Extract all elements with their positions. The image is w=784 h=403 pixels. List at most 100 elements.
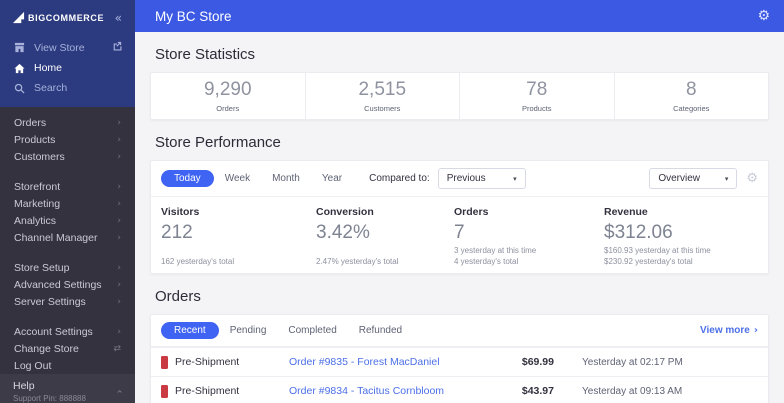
order-date: Yesterday at 02:17 PM bbox=[582, 356, 683, 368]
sidebar-item-products[interactable]: Products › bbox=[0, 131, 135, 148]
compared-to-label: Compared to: bbox=[369, 173, 430, 184]
sidebar-item-store-setup[interactable]: Store Setup › bbox=[0, 259, 135, 276]
sidebar-item-label: Advanced Settings bbox=[14, 278, 102, 291]
sidebar-nav: Orders › Products › Customers › Storefro… bbox=[0, 107, 135, 374]
settings-gear-icon[interactable]: ⚙ bbox=[757, 8, 770, 24]
metric-label: Conversion bbox=[316, 206, 374, 218]
order-price: $43.97 bbox=[521, 385, 554, 397]
tab-refunded[interactable]: Refunded bbox=[348, 322, 413, 339]
view-more-link[interactable]: View more › bbox=[700, 325, 758, 336]
metric-subtext: 4 yesterday's total bbox=[454, 256, 519, 266]
metric-label: Orders bbox=[454, 206, 489, 218]
sidebar-item-label: Customers bbox=[14, 150, 65, 163]
compared-to-select[interactable]: Previous ▾ bbox=[437, 168, 526, 189]
overview-select[interactable]: Overview ▾ bbox=[649, 168, 738, 189]
sidebar-item-marketing[interactable]: Marketing › bbox=[0, 195, 135, 212]
sidebar-item-label: Products bbox=[14, 133, 56, 146]
store-statistics-panel: 9,290 Orders 2,515 Customers 78 Products… bbox=[150, 72, 769, 120]
tab-pending[interactable]: Pending bbox=[219, 322, 278, 339]
order-link[interactable]: Order #9834 - Tacitus Cornbloom bbox=[289, 385, 464, 397]
order-link[interactable]: Order #9835 - Forest MacDaniel bbox=[289, 356, 464, 368]
sidebar-item-label: Store Setup bbox=[14, 261, 70, 274]
stat-card-orders: 9,290 Orders bbox=[151, 73, 305, 119]
bigcommerce-logo[interactable]: BIGCOMMERCE bbox=[12, 11, 104, 24]
sidebar-item-customers[interactable]: Customers › bbox=[0, 148, 135, 165]
sidebar-item-label: Analytics bbox=[14, 214, 57, 227]
metric-label: Visitors bbox=[161, 206, 200, 218]
change-store-icon: ⇄ bbox=[113, 343, 121, 354]
sidebar-item-search[interactable]: Search bbox=[0, 78, 135, 98]
search-icon bbox=[13, 83, 25, 94]
collapse-sidebar-icon[interactable]: « bbox=[115, 12, 122, 24]
performance-metrics: Visitors 212 162 yesterday's total Conve… bbox=[151, 197, 768, 273]
stat-label: Orders bbox=[216, 104, 240, 113]
chevron-up-icon: › bbox=[114, 389, 126, 394]
stat-label: Products bbox=[521, 104, 552, 113]
sidebar-item-home[interactable]: Home bbox=[0, 58, 135, 78]
chevron-right-icon: › bbox=[117, 279, 121, 290]
chevron-right-icon: › bbox=[117, 326, 121, 337]
performance-settings-gear-icon[interactable]: ⚙ bbox=[746, 171, 758, 186]
stat-value: 8 bbox=[685, 79, 697, 100]
metric-subtext bbox=[316, 246, 454, 257]
order-row[interactable]: Pre-Shipment Order #9834 - Tacitus Cornb… bbox=[151, 376, 768, 403]
tab-year[interactable]: Year bbox=[311, 170, 353, 187]
sidebar-item-account-settings[interactable]: Account Settings › bbox=[0, 323, 135, 340]
sidebar-item-label: Orders bbox=[14, 116, 47, 129]
sidebar-item-server-settings[interactable]: Server Settings › bbox=[0, 293, 135, 310]
sidebar-item-label: Search bbox=[34, 82, 68, 94]
store-performance-heading: Store Performance bbox=[155, 134, 281, 151]
metric-visitors: Visitors 212 162 yesterday's total bbox=[161, 207, 316, 267]
sidebar-item-storefront[interactable]: Storefront › bbox=[0, 178, 135, 195]
sidebar-item-channel-manager[interactable]: Channel Manager › bbox=[0, 229, 135, 246]
chevron-right-icon: › bbox=[117, 296, 121, 307]
order-row[interactable]: Pre-Shipment Order #9835 - Forest MacDan… bbox=[151, 347, 768, 376]
stat-card-categories: 8 Categories bbox=[613, 73, 769, 119]
orders-heading: Orders bbox=[155, 288, 201, 305]
sidebar-item-view-store[interactable]: View Store bbox=[0, 37, 135, 58]
sidebar-item-label: Server Settings bbox=[14, 295, 86, 308]
stat-value: 9,290 bbox=[203, 79, 252, 100]
tab-week[interactable]: Week bbox=[214, 170, 261, 187]
metric-value: $312.06 bbox=[604, 222, 673, 243]
help-title: Help bbox=[13, 380, 35, 392]
help-section[interactable]: Help Support Pin: 888888 › bbox=[0, 374, 135, 403]
view-more-label: View more bbox=[700, 325, 750, 336]
stat-label: Categories bbox=[673, 104, 710, 113]
tab-month[interactable]: Month bbox=[261, 170, 311, 187]
chevron-right-icon: › bbox=[117, 232, 121, 243]
orders-tabbar: Recent Pending Completed Refunded View m… bbox=[151, 315, 768, 347]
sidebar: BIGCOMMERCE « View Store Home Search Ord… bbox=[0, 0, 135, 403]
sidebar-item-label: Change Store bbox=[14, 342, 79, 355]
sidebar-item-log-out[interactable]: Log Out bbox=[0, 357, 135, 374]
tab-recent[interactable]: Recent bbox=[161, 322, 219, 339]
metric-value: 7 bbox=[454, 222, 465, 243]
sidebar-item-change-store[interactable]: Change Store ⇄ bbox=[0, 340, 135, 357]
status-chip-icon bbox=[161, 384, 168, 398]
metric-orders: Orders 7 3 yesterday at this time 4 yest… bbox=[454, 207, 604, 267]
sidebar-item-label: Home bbox=[34, 62, 63, 74]
dashboard-content: Store Statistics 9,290 Orders 2,515 Cust… bbox=[135, 32, 784, 403]
sidebar-item-orders[interactable]: Orders › bbox=[0, 114, 135, 131]
order-status: Pre-Shipment bbox=[161, 384, 289, 398]
stat-value: 2,515 bbox=[358, 79, 407, 100]
tab-completed[interactable]: Completed bbox=[277, 322, 347, 339]
tab-today[interactable]: Today bbox=[161, 170, 214, 187]
orders-panel: Recent Pending Completed Refunded View m… bbox=[150, 314, 769, 403]
sidebar-item-label: Log Out bbox=[14, 359, 52, 372]
chevron-right-icon: › bbox=[117, 198, 121, 209]
status-label: Pre-Shipment bbox=[175, 356, 240, 368]
chevron-right-icon: › bbox=[117, 134, 121, 145]
store-icon bbox=[13, 42, 25, 53]
sidebar-item-analytics[interactable]: Analytics › bbox=[0, 212, 135, 229]
caret-down-icon: ▾ bbox=[513, 174, 517, 183]
sidebar-item-label: View Store bbox=[34, 41, 85, 54]
store-statistics-heading: Store Statistics bbox=[155, 46, 256, 63]
performance-tabbar: Today Week Month Year Compared to: Previ… bbox=[151, 161, 768, 197]
chevron-right-icon: › bbox=[117, 151, 121, 162]
metric-value: 212 bbox=[161, 222, 193, 243]
chevron-right-icon: › bbox=[117, 262, 121, 273]
order-date: Yesterday at 09:13 AM bbox=[582, 385, 683, 397]
sidebar-item-advanced-settings[interactable]: Advanced Settings › bbox=[0, 276, 135, 293]
metric-subtext: 3 yesterday at this time bbox=[454, 246, 537, 255]
